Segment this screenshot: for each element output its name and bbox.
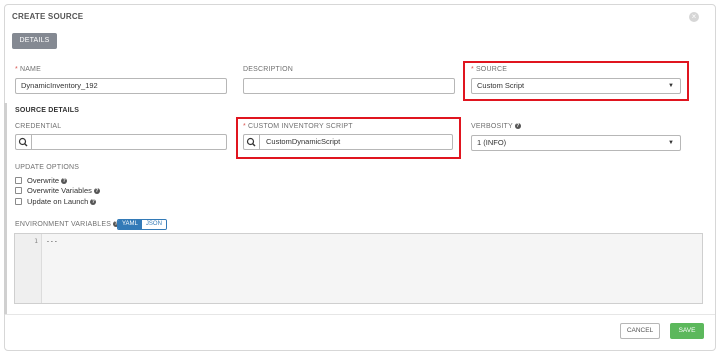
- help-icon[interactable]: ?: [93, 188, 100, 195]
- required-mark: *: [15, 66, 18, 73]
- overwrite-checkbox[interactable]: [15, 177, 22, 184]
- search-icon: [246, 137, 256, 147]
- credential-lookup[interactable]: [15, 134, 227, 150]
- panel-title: CREATE SOURCE: [12, 12, 84, 21]
- cancel-button[interactable]: CANCEL: [620, 323, 660, 339]
- editor-gutter: 1: [15, 234, 42, 303]
- description-label: DESCRIPTION: [243, 66, 294, 73]
- section-indicator-bar: [4, 103, 7, 314]
- chevron-down-icon: ▼: [668, 83, 674, 89]
- update-on-launch-checkbox[interactable]: [15, 198, 22, 205]
- verbosity-select[interactable]: 1 (INFO) ▼: [471, 135, 681, 151]
- line-number: 1: [34, 237, 38, 245]
- close-icon[interactable]: ×: [689, 12, 699, 22]
- footer-divider: [5, 314, 715, 315]
- credential-label: CREDENTIAL: [15, 123, 62, 130]
- search-icon: [18, 137, 28, 147]
- save-button[interactable]: SAVE: [670, 323, 704, 339]
- script-value: CustomDynamicScript: [266, 137, 341, 146]
- update-on-launch-label: Update on Launch?: [27, 197, 97, 206]
- help-icon[interactable]: ?: [61, 178, 68, 185]
- script-search-button[interactable]: [244, 135, 260, 149]
- help-icon[interactable]: ?: [514, 123, 521, 130]
- format-toggle[interactable]: YAML JSON: [117, 219, 167, 230]
- json-toggle-button[interactable]: JSON: [141, 220, 166, 229]
- help-icon[interactable]: ?: [90, 199, 97, 206]
- source-label: * SOURCE: [471, 66, 508, 73]
- verbosity-label: VERBOSITY?: [471, 123, 521, 130]
- update-options-label: UPDATE OPTIONS: [15, 164, 80, 171]
- tab-details[interactable]: DETAILS: [12, 33, 57, 49]
- script-lookup[interactable]: CustomDynamicScript: [243, 134, 453, 150]
- env-vars-editor[interactable]: 1 ---: [14, 233, 703, 304]
- source-select[interactable]: Custom Script ▼: [471, 78, 681, 94]
- description-input[interactable]: [243, 78, 455, 94]
- credential-search-button[interactable]: [16, 135, 32, 149]
- editor-code[interactable]: ---: [46, 237, 58, 245]
- script-label: * CUSTOM INVENTORY SCRIPT: [243, 123, 353, 130]
- name-label: * NAME: [15, 66, 41, 73]
- overwrite-variables-checkbox[interactable]: [15, 187, 22, 194]
- overwrite-label: Overwrite?: [27, 176, 68, 185]
- name-input[interactable]: DynamicInventory_192: [15, 78, 227, 94]
- env-vars-label: ENVIRONMENT VARIABLES?: [15, 221, 120, 228]
- chevron-down-icon: ▼: [668, 140, 674, 146]
- overwrite-variables-label: Overwrite Variables?: [27, 186, 100, 195]
- source-details-heading: SOURCE DETAILS: [15, 107, 80, 114]
- yaml-toggle-button[interactable]: YAML: [118, 220, 142, 229]
